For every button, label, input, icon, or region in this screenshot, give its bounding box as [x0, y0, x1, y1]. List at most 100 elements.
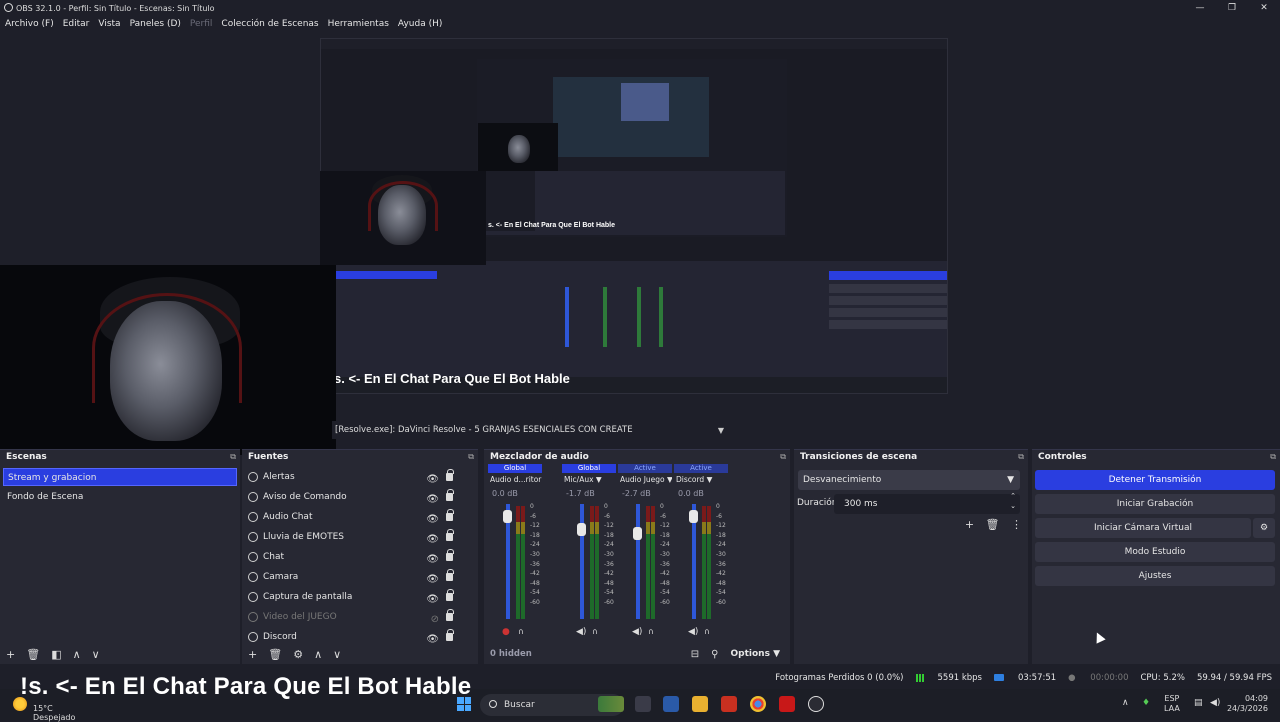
layout-icon[interactable]: ⊟	[691, 649, 699, 660]
popout-icon[interactable]: ⧉	[468, 450, 474, 464]
trash-icon[interactable]: 🗑	[986, 518, 1000, 531]
obs-taskbar-icon[interactable]	[808, 696, 824, 712]
popout-icon[interactable]: ⧉	[230, 450, 236, 464]
lock-icon[interactable]	[446, 489, 454, 501]
popout-icon[interactable]: ⧉	[1018, 450, 1024, 464]
clock[interactable]: 04:09 24/3/2026	[1227, 694, 1268, 714]
menu-vista[interactable]: Vista	[98, 19, 120, 29]
speaker-icon[interactable]: ◀)	[688, 627, 698, 637]
eye-icon[interactable]: 👁	[426, 491, 439, 509]
close-button[interactable]: ✕	[1248, 0, 1280, 16]
trash-icon[interactable]: 🗑	[26, 648, 40, 661]
scene-item[interactable]: Stream y grabacion	[3, 468, 237, 486]
popout-icon[interactable]: ⧉	[780, 450, 786, 464]
source-item[interactable]: Chat 👁	[245, 548, 473, 566]
popout-icon[interactable]: ⧉	[1270, 450, 1276, 464]
scene-item[interactable]: Fondo de Escena	[3, 488, 237, 506]
gear-icon[interactable]: ⚙	[1253, 518, 1275, 538]
studio-mode-button[interactable]: Modo Estudio	[1035, 542, 1275, 562]
lock-icon[interactable]	[446, 509, 454, 521]
minimize-button[interactable]: —	[1184, 0, 1216, 16]
menu-archivo[interactable]: Archivo (F)	[5, 19, 54, 29]
eye-icon[interactable]: 👁	[426, 551, 439, 569]
stop-streaming-button[interactable]: Detener Transmisión	[1035, 470, 1275, 490]
source-item[interactable]: Video del JUEGO ⊘	[245, 608, 473, 626]
more-icon[interactable]: ⋮	[1011, 518, 1022, 531]
headphones-icon[interactable]: ∩	[648, 627, 654, 636]
volume-track[interactable]	[636, 504, 640, 619]
channel-name[interactable]: Audio d...ritorio ▼	[490, 475, 542, 484]
duration-field[interactable]: 300 ms ⌃ ⌄	[834, 491, 1020, 514]
start-recording-button[interactable]: Iniciar Grabación	[1035, 494, 1275, 514]
move-down-icon[interactable]: ∨	[333, 648, 341, 661]
lock-icon[interactable]	[446, 629, 454, 641]
eye-icon[interactable]: 👁	[426, 531, 439, 549]
weather-widget[interactable]: 15°C Despejado	[33, 704, 75, 722]
transition-select[interactable]: Desvanecimiento ▼	[798, 470, 1020, 490]
lock-icon[interactable]	[446, 549, 454, 561]
eye-slash-icon[interactable]: ⊘	[431, 611, 439, 629]
menu-paneles[interactable]: Paneles (D)	[130, 19, 181, 29]
maximize-button[interactable]: ❐	[1216, 0, 1248, 16]
chevron-down-icon[interactable]: ▼	[714, 426, 728, 435]
lock-icon[interactable]	[446, 609, 454, 621]
speaker-icon[interactable]: ◀)	[632, 627, 642, 637]
channel-name[interactable]: Audio Juego ▼	[620, 475, 672, 484]
source-item[interactable]: Camara 👁	[245, 568, 473, 586]
add-source-icon[interactable]: +	[248, 648, 257, 661]
volume-knob[interactable]	[503, 509, 512, 523]
brave-icon[interactable]	[721, 696, 737, 712]
chrome-icon[interactable]	[750, 696, 766, 712]
gear-icon[interactable]: ⚙	[293, 648, 303, 661]
volume-knob[interactable]	[633, 526, 642, 540]
source-item[interactable]: Aviso de Comando 👁	[245, 488, 473, 506]
lock-icon[interactable]	[446, 529, 454, 541]
volume-knob[interactable]	[577, 523, 586, 537]
source-window-selector[interactable]: [Resolve.exe]: DaVinci Resolve - 5 GRANJ…	[332, 421, 728, 439]
move-down-icon[interactable]: ∨	[92, 648, 100, 661]
eye-icon[interactable]: 👁	[426, 511, 439, 529]
eye-icon[interactable]: 👁	[426, 591, 439, 609]
eye-icon[interactable]: 👁	[426, 571, 439, 589]
start-virtual-camera-button[interactable]: Iniciar Cámara Virtual	[1035, 518, 1251, 538]
volume-icon[interactable]: ◀)	[1210, 698, 1220, 708]
channel-name[interactable]: Mic/Aux ▼	[564, 475, 616, 484]
add-scene-icon[interactable]: +	[6, 648, 15, 661]
lock-icon[interactable]	[446, 569, 454, 581]
stepper-icon[interactable]: ⌃ ⌄	[1010, 491, 1016, 511]
tray-expand-icon[interactable]: ∧	[1122, 698, 1129, 708]
task-view-icon[interactable]	[635, 696, 651, 712]
menu-coleccion-escenas[interactable]: Colección de Escenas	[221, 19, 318, 29]
filter-icon[interactable]: ◧	[51, 648, 61, 661]
options-button[interactable]: Options ▼	[731, 649, 781, 659]
headphones-icon[interactable]: ∩	[704, 627, 710, 636]
network-icon[interactable]: ▤	[1194, 698, 1203, 708]
menu-ayuda[interactable]: Ayuda (H)	[398, 19, 442, 29]
widget-icon[interactable]	[598, 696, 624, 712]
move-up-icon[interactable]: ∧	[73, 648, 81, 661]
language-indicator[interactable]: ESP LAA	[1164, 694, 1180, 714]
source-item[interactable]: Lluvia de EMOTES 👁	[245, 528, 473, 546]
lock-icon[interactable]	[446, 469, 454, 481]
mic-icon[interactable]: ♦	[1142, 698, 1150, 708]
volume-track[interactable]	[580, 504, 584, 619]
folder-icon[interactable]	[692, 696, 708, 712]
menu-herramientas[interactable]: Herramientas	[328, 19, 389, 29]
source-item[interactable]: Captura de pantalla 👁	[245, 588, 473, 606]
headphones-icon[interactable]: ∩	[518, 627, 524, 636]
settings-button[interactable]: Ajustes	[1035, 566, 1275, 586]
move-up-icon[interactable]: ∧	[314, 648, 322, 661]
lock-icon[interactable]	[446, 589, 454, 601]
eye-icon[interactable]: 👁	[426, 471, 439, 489]
link-icon[interactable]: ⚲	[711, 649, 718, 660]
volume-knob[interactable]	[689, 509, 698, 523]
voice-icon[interactable]	[779, 696, 795, 712]
menu-editar[interactable]: Editar	[63, 19, 90, 29]
store-icon[interactable]	[663, 696, 679, 712]
source-item[interactable]: Audio Chat 👁	[245, 508, 473, 526]
headphones-icon[interactable]: ∩	[592, 627, 598, 636]
muted-speaker-icon[interactable]: ●	[502, 627, 510, 637]
speaker-icon[interactable]: ◀)	[576, 627, 586, 637]
channel-name[interactable]: Discord ▼	[676, 475, 728, 484]
add-transition-icon[interactable]: +	[965, 518, 974, 531]
